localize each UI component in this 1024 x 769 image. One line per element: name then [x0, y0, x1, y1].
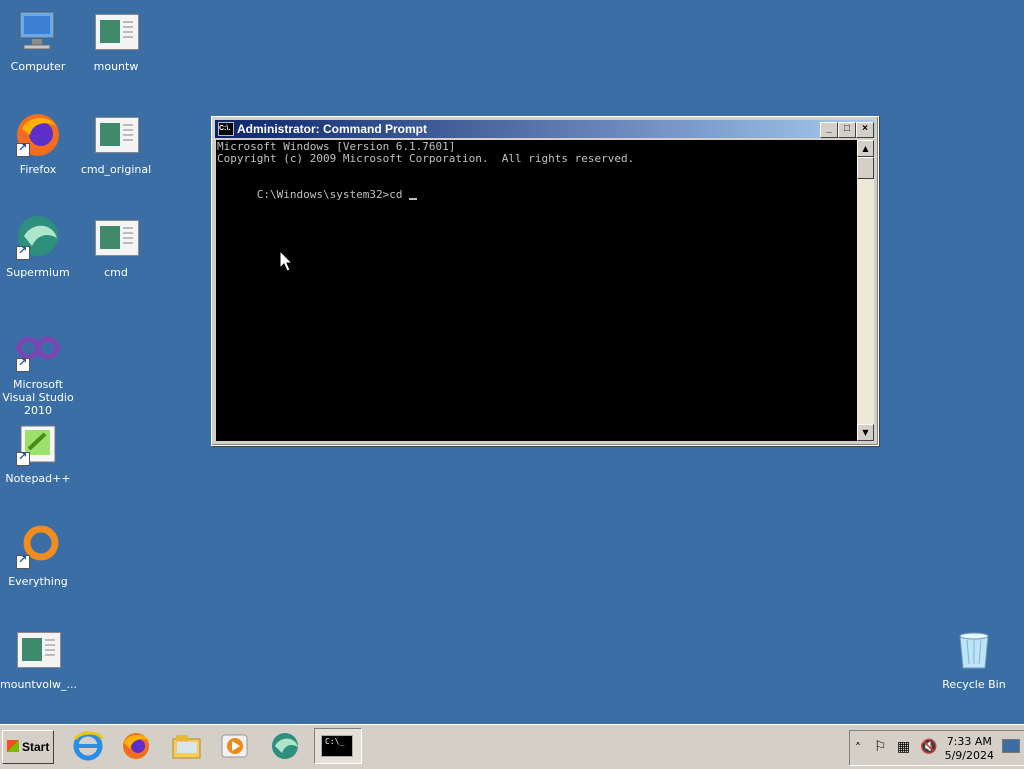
network-icon[interactable]: ▦ [897, 739, 910, 755]
taskbar-internet-explorer-icon[interactable] [71, 731, 105, 761]
taskbar-file-explorer-icon[interactable] [169, 731, 203, 761]
desktop-icon-label: cmd_original [80, 163, 152, 176]
desktop-icon-label: Notepad++ [5, 472, 71, 485]
desktop-icon-cmd-original[interactable]: cmd_original [78, 111, 154, 176]
window-titlebar[interactable]: C:\. Administrator: Command Prompt _ □ × [215, 120, 875, 138]
minimize-button[interactable]: _ [820, 122, 838, 138]
command-prompt-icon: C:\. [218, 122, 234, 136]
taskbar-command-prompt-task[interactable]: C:\_ [314, 728, 362, 764]
console-output[interactable]: Microsoft Windows [Version 6.1.7601] Cop… [216, 140, 857, 441]
show-hidden-icons-icon[interactable]: ˄ [855, 741, 861, 755]
desktop-icon-firefox[interactable]: Firefox [0, 111, 76, 176]
window-title: Administrator: Command Prompt [237, 122, 428, 136]
maximize-button[interactable]: □ [838, 122, 856, 138]
desktop-icon-label: Computer [10, 60, 66, 73]
taskbar: Start C:\_ ˄ ⚐ ▦ 🔇 7:33 AM 5/9/2024 [0, 724, 1024, 769]
windows-flag-icon [7, 740, 19, 752]
shortcut-arrow-icon [16, 450, 30, 466]
desktop-icon-mountw[interactable]: mountw [78, 8, 154, 73]
action-center-flag-icon[interactable]: ⚐ [874, 739, 887, 755]
desktop-icon-supermium[interactable]: Supermium [0, 214, 76, 279]
desktop-icon-recycle-bin[interactable]: Recycle Bin [936, 626, 1012, 691]
vertical-scrollbar[interactable]: ▲ ▼ [857, 140, 874, 441]
desktop-icon-cmd[interactable]: cmd [78, 214, 154, 279]
recycle-bin-icon [950, 626, 998, 674]
console-command-text: C:\Windows\system32>cd [256, 188, 410, 201]
console-cursor [409, 198, 418, 200]
desktop-icon-label: mountw [93, 60, 139, 73]
supermium-icon [14, 214, 62, 262]
volume-muted-icon[interactable]: 🔇 [920, 739, 937, 755]
desktop-icon-computer[interactable]: Computer [0, 8, 76, 73]
document-icon [92, 214, 140, 262]
close-button[interactable]: × [856, 122, 874, 138]
taskbar-firefox-icon[interactable] [119, 731, 153, 761]
everything-icon [14, 523, 62, 571]
computer-icon [14, 8, 62, 56]
taskbar-media-player-icon[interactable] [218, 731, 252, 761]
desktop-icon-notepad-plus-plus[interactable]: Notepad++ [0, 420, 76, 485]
desktop-icon-visual-studio[interactable]: Microsoft Visual Studio 2010 [0, 326, 76, 417]
start-label: Start [22, 740, 50, 754]
notepad-plus-plus-icon [14, 420, 62, 468]
scroll-thumb[interactable] [857, 157, 874, 179]
start-button[interactable]: Start [2, 730, 54, 764]
shortcut-arrow-icon [16, 553, 30, 569]
desktop-icon-label: Recycle Bin [942, 678, 1006, 691]
clock-date: 5/9/2024 [944, 749, 994, 762]
desktop-icon-label: cmd [104, 266, 128, 279]
visual-studio-icon [14, 326, 62, 374]
desktop-icon-label: mountvolw_... [0, 678, 77, 691]
console-line-copyright: Copyright (c) 2009 Microsoft Corporation… [217, 152, 635, 165]
scroll-down-button[interactable]: ▼ [857, 424, 874, 441]
taskbar-clock[interactable]: 7:33 AM 5/9/2024 [945, 735, 994, 763]
desktop-icon-label: Everything [8, 575, 68, 588]
console-prompt-line[interactable]: C:\Windows\system32>cd [217, 177, 418, 213]
mouse-pointer-icon [279, 250, 293, 272]
clock-time: 7:33 AM [946, 735, 992, 748]
document-icon [14, 626, 62, 674]
shortcut-arrow-icon [16, 356, 30, 372]
shortcut-arrow-icon [16, 141, 30, 157]
command-prompt-window[interactable]: C:\. Administrator: Command Prompt _ □ ×… [211, 116, 879, 446]
command-prompt-icon: C:\_ [321, 735, 353, 757]
taskbar-supermium-icon[interactable] [268, 731, 302, 761]
desktop-icon-label: Supermium [6, 266, 70, 279]
scroll-up-button[interactable]: ▲ [857, 140, 874, 157]
desktop-icon-label: Microsoft Visual Studio 2010 [2, 378, 74, 417]
firefox-icon [14, 111, 62, 159]
desktop-icon-everything[interactable]: Everything [0, 523, 76, 588]
show-desktop-icon[interactable] [1002, 739, 1020, 753]
system-tray: ˄ ⚐ ▦ 🔇 7:33 AM 5/9/2024 [849, 730, 1024, 766]
desktop-icon-mountvolw[interactable]: mountvolw_... [0, 626, 77, 691]
desktop-icon-label: Firefox [19, 163, 57, 176]
shortcut-arrow-icon [16, 244, 30, 260]
document-icon [92, 8, 140, 56]
document-icon [92, 111, 140, 159]
